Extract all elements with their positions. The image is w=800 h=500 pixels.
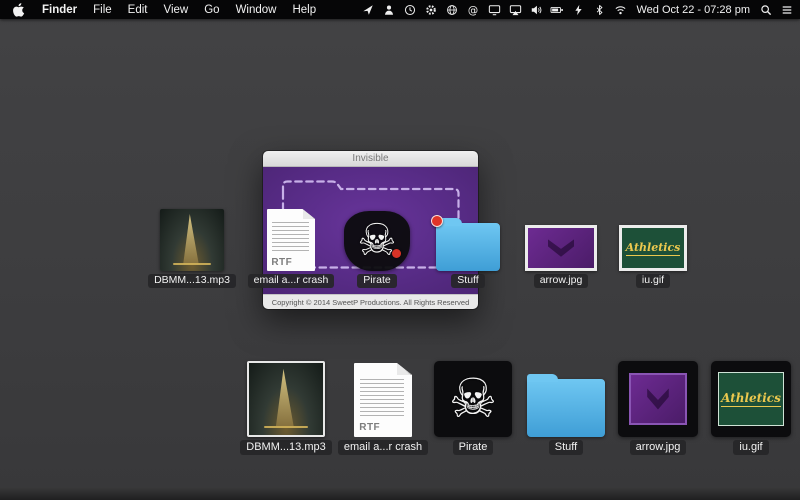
volume-icon[interactable] bbox=[529, 3, 543, 17]
desktop-icon-rtf[interactable]: RTF email a...r crash bbox=[339, 355, 427, 455]
icon-label: email a...r crash bbox=[248, 274, 335, 288]
icon-label: Stuff bbox=[451, 274, 484, 288]
bluetooth-icon[interactable] bbox=[592, 3, 606, 17]
athletics-text: Athletics bbox=[626, 241, 681, 256]
image-tile: Athletics bbox=[711, 361, 791, 437]
folder-icon bbox=[527, 379, 605, 437]
window-title: Invisible bbox=[352, 153, 388, 164]
rtf-badge: RTF bbox=[271, 257, 292, 268]
rtf-document-icon: RTF bbox=[354, 363, 412, 437]
icon-label: iu.gif bbox=[636, 274, 670, 288]
mp3-album-art bbox=[247, 361, 325, 437]
arrow-image bbox=[629, 373, 687, 425]
pirate-art: ☠ bbox=[434, 361, 512, 437]
desktop-icon-stuff-folder[interactable]: Stuff bbox=[424, 205, 512, 288]
image-tile bbox=[618, 361, 698, 437]
menu-bar: Finder File Edit View Go Window Help @ W… bbox=[0, 0, 800, 19]
athletics-image: Athletics bbox=[718, 372, 784, 426]
icon-label: Pirate bbox=[357, 274, 396, 288]
gear-icon[interactable] bbox=[424, 3, 438, 17]
desktop-icon-arrow-jpg[interactable]: arrow.jpg bbox=[614, 355, 702, 455]
list-icon[interactable] bbox=[780, 3, 794, 17]
arrow-image bbox=[525, 225, 597, 271]
search-icon[interactable] bbox=[759, 3, 773, 17]
rtf-badge: RTF bbox=[359, 422, 380, 433]
desktop-icon-iu-gif[interactable]: Athletics iu.gif bbox=[609, 205, 697, 288]
clock-icon[interactable] bbox=[403, 3, 417, 17]
desktop-icon-mp3[interactable]: DBMM...13.mp3 bbox=[242, 355, 330, 455]
skull-icon: ☠ bbox=[449, 372, 497, 426]
menu-view[interactable]: View bbox=[164, 4, 189, 16]
desktop-icon-mp3[interactable]: DBMM...13.mp3 bbox=[148, 205, 236, 288]
page-fold bbox=[397, 363, 412, 375]
bolt-icon[interactable] bbox=[571, 3, 585, 17]
menu-edit[interactable]: Edit bbox=[128, 4, 148, 16]
icon-label: DBMM...13.mp3 bbox=[240, 440, 331, 455]
icon-label: email a...r crash bbox=[338, 440, 428, 455]
user-icon[interactable] bbox=[382, 3, 396, 17]
icon-label: arrow.jpg bbox=[630, 440, 687, 455]
globe-icon[interactable] bbox=[445, 3, 459, 17]
desktop-icon-pirate[interactable]: ☠ Pirate bbox=[333, 205, 421, 288]
mp3-album-art bbox=[160, 209, 224, 271]
desktop-icon-arrow-jpg[interactable]: arrow.jpg bbox=[517, 205, 605, 288]
window-footer: Copyright © 2014 SweetP Productions. All… bbox=[263, 294, 478, 309]
menu-window[interactable]: Window bbox=[236, 4, 277, 16]
skull-icon: ☠ bbox=[357, 219, 396, 263]
desktop-icon-stuff-folder[interactable]: Stuff bbox=[522, 355, 610, 455]
menu-file[interactable]: File bbox=[93, 4, 112, 16]
svg-text:@: @ bbox=[468, 4, 478, 16]
rtf-document-icon: RTF bbox=[267, 209, 315, 271]
icon-label: arrow.jpg bbox=[534, 274, 589, 288]
icon-label: DBMM...13.mp3 bbox=[148, 274, 236, 288]
display-icon[interactable] bbox=[487, 3, 501, 17]
at-icon[interactable]: @ bbox=[466, 3, 480, 17]
location-icon[interactable] bbox=[361, 3, 375, 17]
desktop-icon-pirate[interactable]: ☠ Pirate bbox=[429, 355, 517, 455]
battery-icon[interactable] bbox=[550, 3, 564, 17]
athletics-image: Athletics bbox=[619, 225, 687, 271]
document-text-lines bbox=[272, 222, 309, 254]
menu-help[interactable]: Help bbox=[292, 4, 316, 16]
icon-label: Stuff bbox=[549, 440, 583, 455]
icon-label: Pirate bbox=[453, 440, 494, 455]
menu-app-name[interactable]: Finder bbox=[42, 4, 77, 16]
copyright-text: Copyright © 2014 SweetP Productions. All… bbox=[272, 298, 470, 307]
red-nose-dot bbox=[392, 249, 401, 258]
pirate-art: ☠ bbox=[344, 211, 410, 271]
desktop-icon-iu-gif[interactable]: Athletics iu.gif bbox=[707, 355, 795, 455]
folder-icon bbox=[436, 223, 500, 271]
menu-go[interactable]: Go bbox=[204, 4, 219, 16]
athletics-text: Athletics bbox=[721, 391, 781, 407]
wifi-icon[interactable] bbox=[613, 3, 627, 17]
window-title-bar[interactable]: Invisible bbox=[263, 151, 478, 167]
red-badge bbox=[431, 215, 443, 227]
desktop[interactable]: Invisible Copyright © 2014 SweetP Produc… bbox=[0, 19, 800, 500]
page-fold bbox=[303, 209, 315, 219]
dock-hint bbox=[0, 487, 800, 500]
desktop-icon-rtf[interactable]: RTF email a...r crash bbox=[247, 205, 335, 288]
airplay-icon[interactable] bbox=[508, 3, 522, 17]
menubar-clock[interactable]: Wed Oct 22 - 07:28 pm bbox=[634, 4, 752, 16]
icon-label: iu.gif bbox=[733, 440, 768, 455]
document-text-lines bbox=[360, 379, 404, 417]
apple-menu-icon[interactable] bbox=[12, 3, 26, 17]
